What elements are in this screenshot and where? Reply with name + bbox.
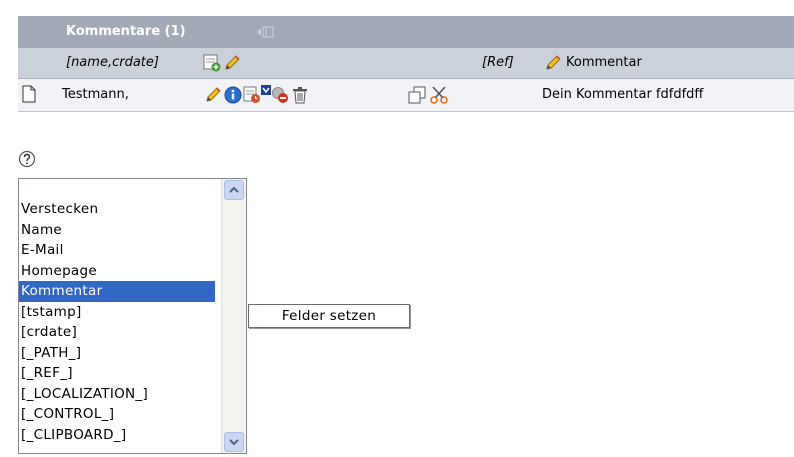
delete-icon[interactable] (291, 86, 309, 104)
chevron-up-icon (229, 186, 239, 193)
set-fields-button[interactable]: Felder setzen (248, 304, 410, 328)
list-item[interactable]: Name (19, 220, 215, 241)
edit-comment-column-pencil-icon[interactable] (544, 54, 562, 72)
row-comment: Dein Kommentar fdfdfdff (542, 87, 704, 102)
table-row[interactable]: Testmann, Dein Kommentar fdfdfdff (18, 79, 794, 112)
copy-icon[interactable] (408, 86, 426, 104)
scroll-up-button[interactable] (224, 180, 244, 200)
info-icon[interactable] (224, 86, 242, 104)
row-name: Testmann, (62, 87, 129, 102)
new-record-icon[interactable] (203, 54, 221, 72)
list-item[interactable]: [_CLIPBOARD_] (19, 425, 215, 446)
list-item[interactable]: [_PATH_] (19, 343, 215, 364)
table-header: Kommentare (1) (18, 16, 794, 48)
edit-column-pencil-icon[interactable] (223, 54, 241, 72)
list-item-selected[interactable]: Kommentar (19, 281, 215, 302)
hide-record-icon[interactable] (271, 86, 289, 104)
column-header-name-crdate[interactable]: [name,crdate] (66, 55, 159, 70)
collapse-table-icon[interactable] (256, 26, 274, 38)
table-title: Kommentare (1) (66, 24, 186, 39)
list-item[interactable]: [_LOCALIZATION_] (19, 384, 215, 405)
chevron-down-icon (229, 439, 239, 446)
document-icon[interactable] (22, 85, 36, 103)
edit-pencil-icon[interactable] (204, 86, 222, 104)
comments-table: Kommentare (1) [name,crdate] [Ref] Komme… (18, 16, 794, 112)
move-down-icon[interactable] (261, 85, 271, 95)
list-item[interactable]: Verstecken (19, 199, 215, 220)
list-item[interactable]: [tstamp] (19, 302, 215, 323)
help-icon[interactable] (18, 150, 36, 168)
list-item[interactable]: [_REF_] (19, 363, 215, 384)
list-item[interactable]: [crdate] (19, 322, 215, 343)
scroll-down-button[interactable] (224, 432, 244, 452)
column-header-row: [name,crdate] [Ref] Kommentar (18, 48, 794, 79)
field-select-list[interactable]: Verstecken Name E-Mail Homepage Kommenta… (18, 178, 247, 454)
column-header-ref[interactable]: [Ref] (482, 55, 514, 70)
cut-icon[interactable] (430, 86, 448, 104)
field-options: Verstecken Name E-Mail Homepage Kommenta… (19, 199, 215, 445)
list-item[interactable]: E-Mail (19, 240, 215, 261)
list-scrollbar[interactable] (221, 179, 246, 453)
list-item[interactable]: [_CONTROL_] (19, 404, 215, 425)
schedule-icon[interactable] (243, 86, 261, 104)
list-item[interactable]: Homepage (19, 261, 215, 282)
column-header-comment[interactable]: Kommentar (566, 55, 642, 70)
